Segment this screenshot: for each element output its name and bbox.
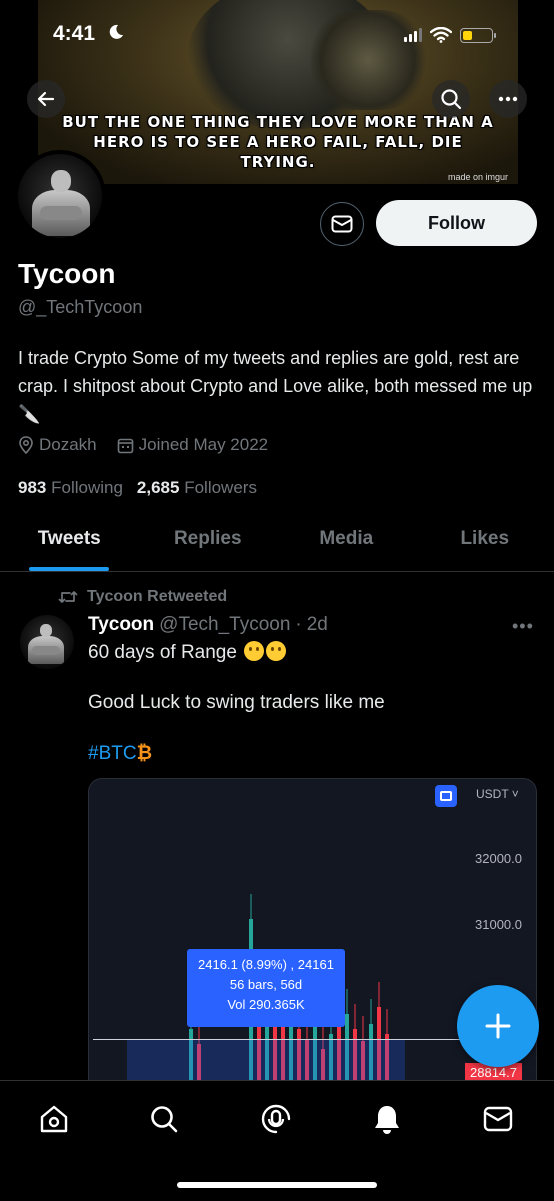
profile-handle: @_TechTycoon (18, 297, 142, 318)
retweet-icon (58, 589, 78, 605)
profile-name: Tycoon (18, 258, 115, 290)
status-time: 4:41 (53, 22, 95, 46)
search-icon (149, 1104, 179, 1134)
hashtag-link[interactable]: #BTC (88, 743, 137, 764)
tweet-line-1: 60 days of Range (88, 641, 286, 664)
signal-icon (404, 28, 422, 42)
arrow-left-icon (36, 89, 56, 109)
profile-meta: Dozakh Joined May 2022 (18, 435, 288, 455)
more-icon (498, 96, 518, 102)
banner-meme-text: BUT THE ONE THING THEY LOVE MORE THAN A … (38, 112, 518, 172)
currency-label: USDT ˅ (476, 787, 519, 801)
nav-notifications[interactable] (369, 1101, 405, 1137)
mail-icon (331, 215, 353, 233)
mail-icon (483, 1106, 513, 1132)
y-tick-label: 32000.0 (475, 851, 522, 866)
banner-watermark: made on imgur (448, 172, 508, 182)
banner-figure-helmet (308, 10, 428, 110)
search-icon (440, 88, 462, 110)
tweet-header: Tycoon @Tech_Tycoon · 2d (88, 614, 328, 636)
home-icon (38, 1103, 70, 1135)
retweet-label: Tycoon Retweeted (87, 588, 227, 606)
profile-bio: I trade Crypto Some of my tweets and rep… (18, 344, 543, 428)
search-button[interactable] (432, 80, 470, 118)
profile-tabs: Tweets Replies Media Likes (0, 520, 554, 572)
plus-icon (484, 1012, 512, 1040)
joined-text: Joined May 2022 (139, 435, 268, 455)
follow-stats: 983 Following 2,685 Followers (18, 478, 257, 498)
tooltip-volume: Vol 290.365K (187, 995, 345, 1015)
tab-media[interactable]: Media (277, 520, 416, 571)
measure-tooltip: 2416.1 (8.99%) , 24161 56 bars, 56d Vol … (187, 949, 345, 1027)
tweet-separator: · (295, 614, 301, 636)
avatar-image (20, 615, 74, 669)
tweet-line-2: Good Luck to swing traders like me (88, 692, 385, 714)
following-link[interactable]: 983 Following (18, 478, 123, 498)
tab-tweets[interactable]: Tweets (0, 520, 139, 571)
tweet-line-1-text: 60 days of Range (88, 642, 237, 663)
joined-item: Joined May 2022 (117, 435, 268, 455)
calendar-icon (117, 437, 134, 454)
smile-emoji-icon (266, 641, 286, 661)
tab-replies[interactable]: Replies (139, 520, 278, 571)
compose-tweet-button[interactable] (457, 985, 539, 1067)
wifi-icon (430, 27, 452, 43)
moon-icon (108, 24, 124, 40)
nav-spaces[interactable] (258, 1101, 294, 1137)
nav-messages[interactable] (480, 1101, 516, 1137)
tweet-author-handle: @Tech_Tycoon (159, 614, 290, 636)
retweet-indicator: Tycoon Retweeted (58, 588, 227, 606)
smile-emoji-icon (244, 641, 264, 661)
tab-likes[interactable]: Likes (416, 520, 554, 571)
home-indicator (177, 1182, 377, 1188)
y-tick-label: 31000.0 (475, 917, 522, 932)
location-pin-icon (18, 436, 34, 454)
tweet-chart-image[interactable]: USDT ˅ 32000.0 31000.0 2416.1 (8.99%) , … (88, 778, 537, 1108)
fullscreen-icon (435, 785, 457, 807)
tweet-hashtag-line: #BTC₿ (88, 743, 152, 765)
more-button[interactable] (489, 80, 527, 118)
battery-icon (460, 28, 493, 43)
location-item: Dozakh (18, 435, 97, 455)
tweet-time: 2d (307, 614, 328, 636)
nav-search[interactable] (146, 1101, 182, 1137)
avatar-image (18, 154, 102, 238)
spaces-icon (260, 1103, 292, 1135)
nav-home[interactable] (36, 1101, 72, 1137)
tweet-author-name[interactable]: Tycoon (88, 614, 154, 636)
follow-button[interactable]: Follow (376, 200, 537, 246)
back-button[interactable] (27, 80, 65, 118)
bell-icon (372, 1103, 402, 1135)
tweet-more-icon[interactable]: ••• (512, 616, 534, 637)
message-button[interactable] (320, 202, 364, 246)
tooltip-change: 2416.1 (8.99%) , 24161 (187, 955, 345, 975)
location-text: Dozakh (39, 435, 97, 455)
profile-avatar[interactable] (14, 150, 106, 242)
tooltip-bars: 56 bars, 56d (187, 975, 345, 995)
bitcoin-icon: ₿ (137, 743, 152, 764)
followers-link[interactable]: 2,685 Followers (137, 478, 257, 498)
status-icons (404, 27, 493, 43)
tweet-avatar[interactable] (20, 615, 74, 669)
